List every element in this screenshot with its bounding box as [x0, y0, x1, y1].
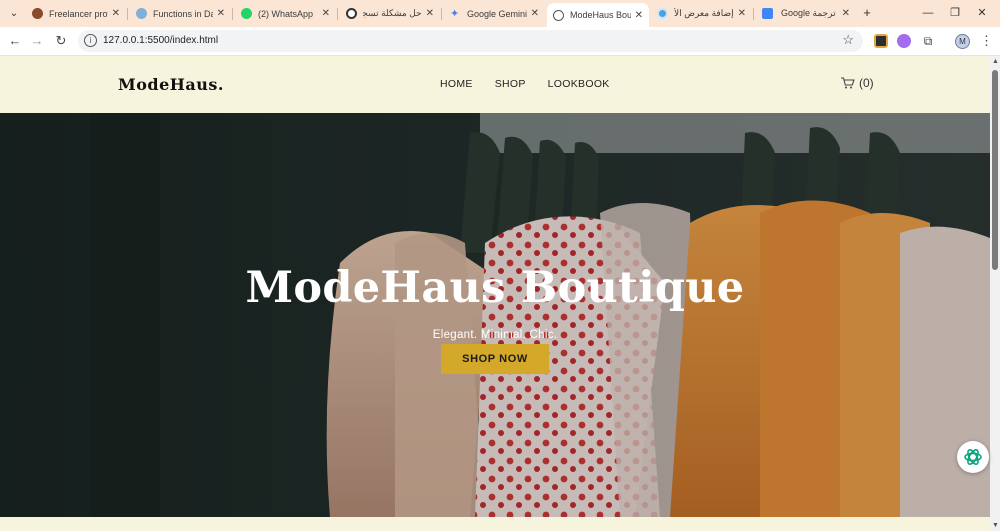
chatgpt-favicon-icon	[346, 8, 357, 19]
tab-title: ModeHaus Bouti	[570, 10, 631, 20]
tab-title: Google Gemini	[467, 8, 527, 19]
tab-close-icon[interactable]: ✕	[635, 10, 643, 21]
site-favicon-icon	[657, 8, 668, 19]
tab-divider	[337, 8, 338, 20]
tab-title: إضافة معرض الأ	[674, 8, 734, 18]
tab-search-chevron-icon[interactable]: ⌄	[4, 4, 24, 22]
tab-close-icon[interactable]: ✕	[322, 8, 330, 19]
tab-divider	[232, 8, 233, 20]
close-window-icon[interactable]: ✕	[972, 4, 992, 22]
browser-tab[interactable]: ✦ Google Gemini ✕	[444, 3, 545, 24]
url-text[interactable]: 127.0.0.1:5500/index.html	[103, 35, 218, 46]
hero-title: ModeHaus Boutique	[245, 263, 745, 313]
page-scrollbar[interactable]: ▲ ▼	[990, 56, 1000, 531]
cart-icon	[841, 77, 855, 89]
cart-count: (0)	[859, 76, 874, 90]
tab-close-icon[interactable]: ✕	[738, 8, 746, 19]
nav-lookbook[interactable]: LOOKBOOK	[548, 78, 610, 90]
functions-favicon-icon	[136, 8, 147, 19]
browser-tab[interactable]: إضافة معرض الأ ✕	[651, 3, 752, 24]
site-logo[interactable]: ModeHaus.	[118, 75, 224, 94]
extensions-puzzle-icon[interactable]: ⧉	[919, 32, 937, 50]
new-tab-button[interactable]: +	[859, 4, 875, 22]
translate-favicon-icon	[762, 8, 773, 19]
tab-close-icon[interactable]: ✕	[217, 8, 225, 19]
whatsapp-favicon-icon	[241, 8, 252, 19]
browser-toolbar: ← → ↻ i 127.0.0.1:5500/index.html ☆ ⧉ M …	[0, 27, 1000, 56]
browser-tab[interactable]: (2) WhatsApp ✕	[235, 3, 336, 24]
tab-title: Functions in Dar	[153, 8, 213, 19]
scroll-thumb[interactable]	[992, 70, 998, 270]
tab-close-icon[interactable]: ✕	[531, 8, 539, 19]
extension-icon[interactable]	[897, 34, 911, 48]
main-nav: HOME SHOP LOOKBOOK	[440, 78, 632, 90]
scroll-down-arrow-icon[interactable]: ▼	[992, 522, 999, 529]
browser-tab[interactable]: Freelancer profil ✕	[26, 3, 126, 24]
browser-tab-active[interactable]: ModeHaus Bouti ✕	[547, 3, 649, 27]
tab-divider	[127, 8, 128, 20]
tab-title: (2) WhatsApp	[258, 8, 314, 19]
hero-clothing-rack-image	[0, 113, 990, 517]
tab-close-icon[interactable]: ✕	[426, 8, 434, 19]
globe-icon	[553, 9, 564, 21]
minimize-icon[interactable]: —	[918, 4, 938, 22]
tab-close-icon[interactable]: ✕	[842, 8, 850, 19]
extension-icon[interactable]	[874, 34, 888, 48]
browser-tab[interactable]: حل مشكلة تسجيل ✕	[340, 3, 440, 24]
profile-avatar[interactable]: M	[955, 34, 970, 49]
tab-title: Google ترجمة	[781, 8, 836, 18]
cart-button[interactable]: (0)	[841, 76, 874, 90]
hero-section: ModeHaus Boutique Elegant. Minimal. Chic…	[0, 113, 990, 517]
freelancer-favicon-icon	[32, 8, 43, 19]
forward-arrow-icon[interactable]: →	[28, 32, 46, 50]
tab-divider	[753, 8, 754, 20]
browser-tab-bar: ⌄ Freelancer profil ✕ Functions in Dar ✕…	[0, 0, 1000, 27]
tab-close-icon[interactable]: ✕	[112, 8, 120, 19]
browser-tab[interactable]: Functions in Dar ✕	[130, 3, 231, 24]
address-bar[interactable]: i 127.0.0.1:5500/index.html ☆	[78, 30, 863, 52]
tab-divider	[441, 8, 442, 20]
site-header: ModeHaus. HOME SHOP LOOKBOOK (0)	[0, 56, 990, 113]
hero-subtitle: Elegant. Minimal. Chic.	[432, 329, 558, 341]
reload-icon[interactable]: ↻	[52, 32, 70, 50]
shop-now-button[interactable]: SHOP NOW	[441, 344, 549, 374]
tab-title: Freelancer profil	[49, 8, 108, 19]
browser-tab[interactable]: Google ترجمة ✕	[756, 3, 856, 24]
page-viewport: ModeHaus. HOME SHOP LOOKBOOK (0) ModeHau…	[0, 56, 1000, 531]
back-arrow-icon[interactable]: ←	[6, 32, 24, 50]
openai-knot-icon	[964, 449, 982, 465]
nav-shop[interactable]: SHOP	[495, 78, 526, 90]
restore-icon[interactable]: ❐	[945, 4, 965, 22]
gemini-star-icon: ✦	[450, 7, 460, 20]
bookmark-star-icon[interactable]: ☆	[842, 32, 854, 48]
ai-assistant-button[interactable]	[957, 441, 989, 473]
site-info-icon[interactable]: i	[84, 34, 97, 47]
browser-menu-icon[interactable]: ⋮	[980, 33, 993, 49]
nav-home[interactable]: HOME	[440, 78, 473, 90]
page-bottom-strip	[0, 517, 990, 531]
scroll-up-arrow-icon[interactable]: ▲	[992, 58, 999, 65]
tab-title: حل مشكلة تسجيل	[363, 8, 422, 18]
